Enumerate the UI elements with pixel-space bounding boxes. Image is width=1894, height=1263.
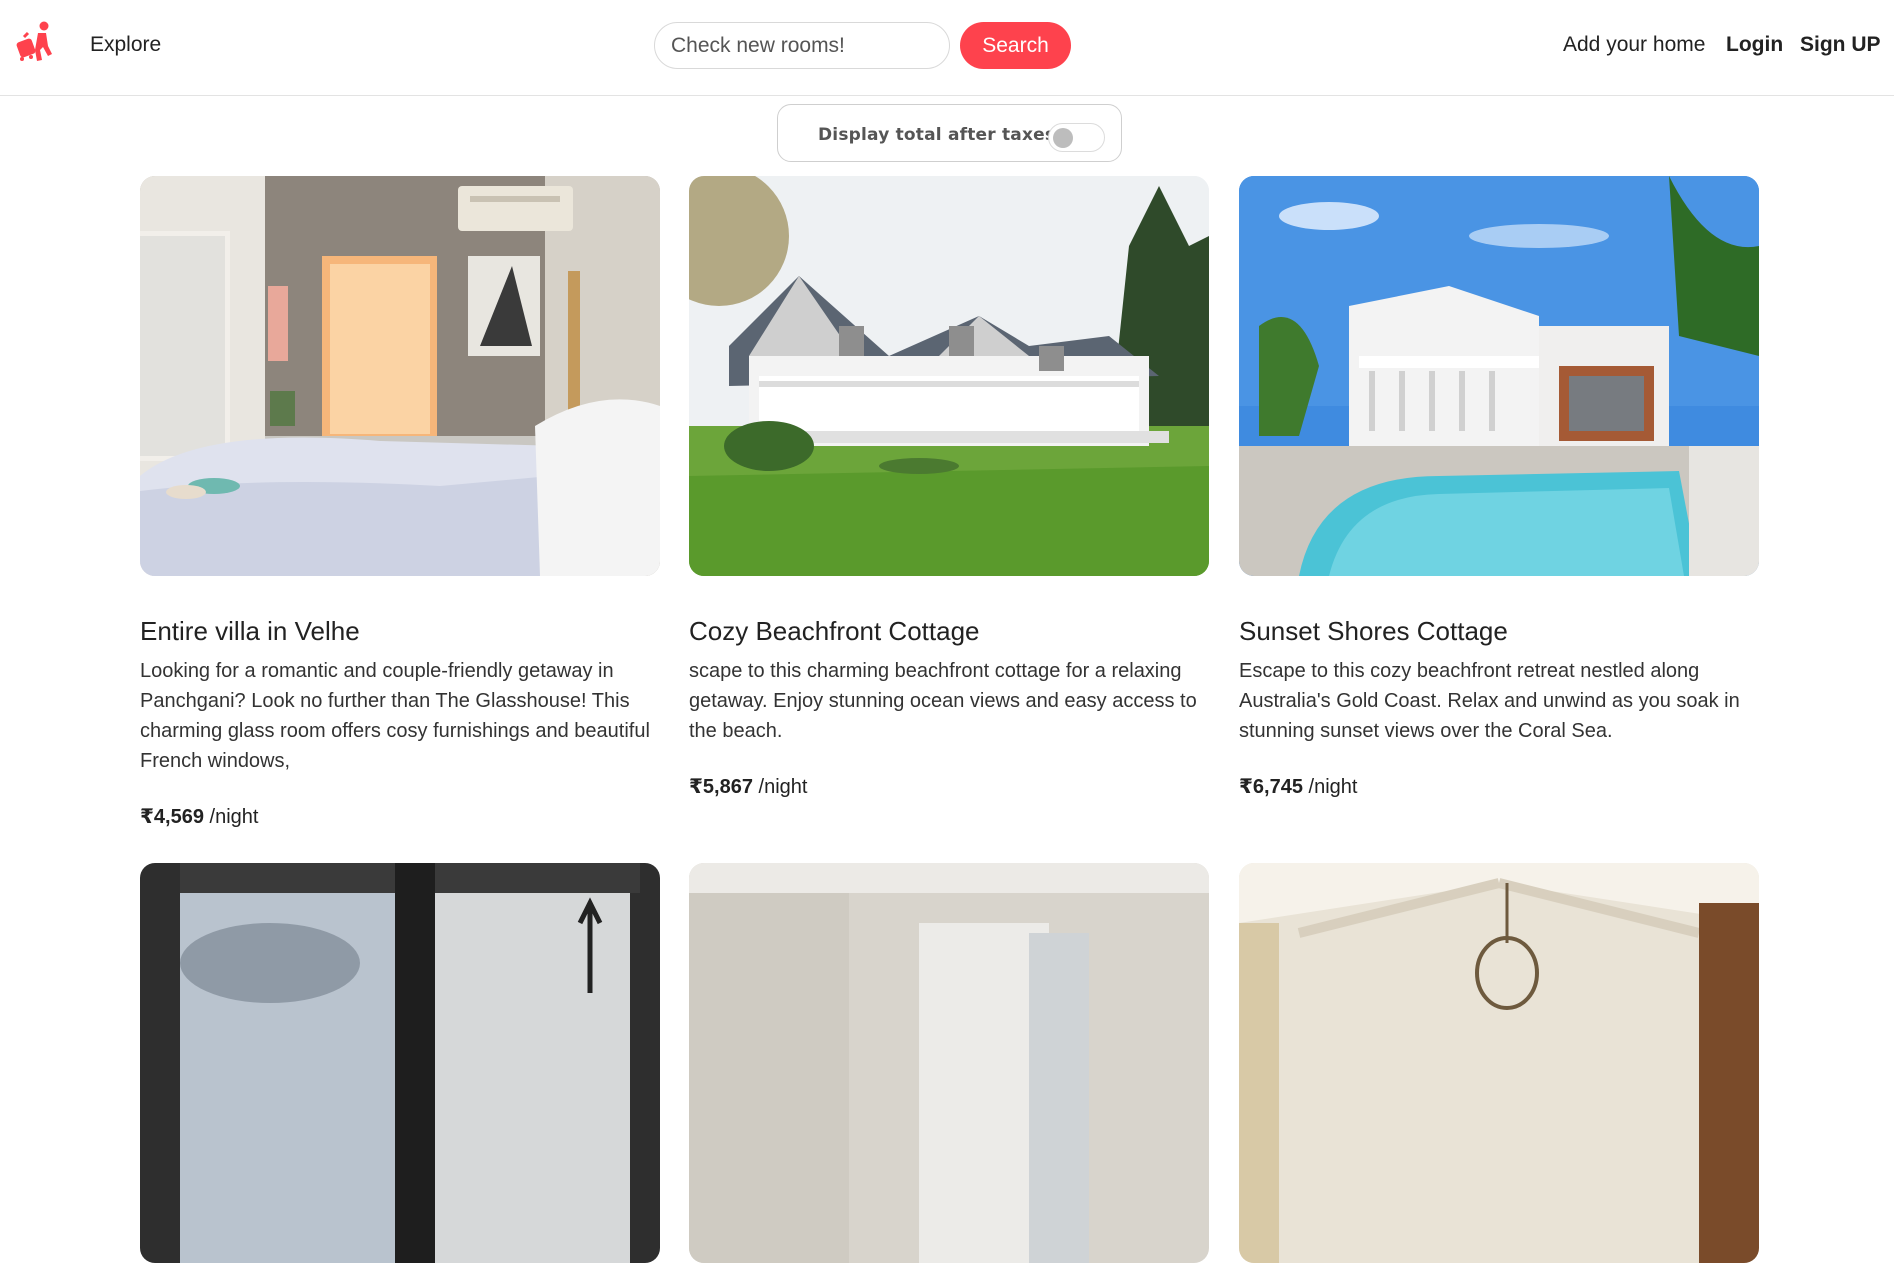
listing-card[interactable]: Entire villa in Velhe Looking for a roma… [140, 176, 660, 836]
listing-title: Sunset Shores Cottage [1239, 616, 1508, 646]
price-unit: /night [1302, 776, 1358, 798]
listing-price: ₹5,867 /night [689, 774, 1209, 799]
listing-description: scape to this charming beachfront cottag… [689, 660, 1197, 742]
listing-image-cottage[interactable] [689, 176, 1209, 576]
tax-toggle-label: Display total after taxes [818, 125, 1056, 145]
listing-title: Entire villa in Velhe [140, 616, 360, 646]
add-your-home-link[interactable]: Add your home [1563, 33, 1705, 57]
navbar: Explore Search Add your home Login Sign … [0, 0, 1894, 96]
tax-toggle-box: Display total after taxes [777, 104, 1122, 162]
listing-price: ₹6,745 /night [1239, 774, 1759, 799]
switch-knob [1053, 128, 1073, 148]
listing-image-chandelier-room[interactable] [1239, 863, 1759, 1263]
listing-description: Escape to this cozy beachfront retreat n… [1239, 660, 1740, 742]
listing-card[interactable]: Cozy Beachfront Cottage scape to this ch… [689, 176, 1209, 806]
price-unit: /night [752, 776, 808, 798]
listing-image-bright-room[interactable] [689, 863, 1209, 1263]
tax-toggle-switch[interactable] [1048, 123, 1105, 152]
listing-image-window-room[interactable] [140, 863, 660, 1263]
price-unit: /night [203, 806, 259, 828]
listing-image-bedroom[interactable] [140, 176, 660, 576]
price-amount: ₹4,569 [140, 806, 204, 828]
listing-description: Looking for a romantic and couple-friend… [140, 660, 650, 772]
login-link[interactable]: Login [1726, 33, 1783, 57]
listing-card[interactable] [689, 863, 1209, 1263]
search-button[interactable]: Search [960, 22, 1071, 69]
nav-explore-link[interactable]: Explore [90, 33, 161, 57]
price-amount: ₹6,745 [1239, 776, 1303, 798]
price-amount: ₹5,867 [689, 776, 753, 798]
listing-title: Cozy Beachfront Cottage [689, 616, 980, 646]
listing-image-pool-house[interactable] [1239, 176, 1759, 576]
traveler-logo-icon[interactable] [14, 20, 58, 64]
listing-price: ₹4,569 /night [140, 804, 660, 829]
listing-card[interactable] [140, 863, 660, 1263]
listing-card[interactable]: Sunset Shores Cottage Escape to this coz… [1239, 176, 1759, 806]
listing-card[interactable] [1239, 863, 1759, 1263]
signup-link[interactable]: Sign UP [1800, 33, 1881, 57]
search-input[interactable] [654, 22, 950, 69]
